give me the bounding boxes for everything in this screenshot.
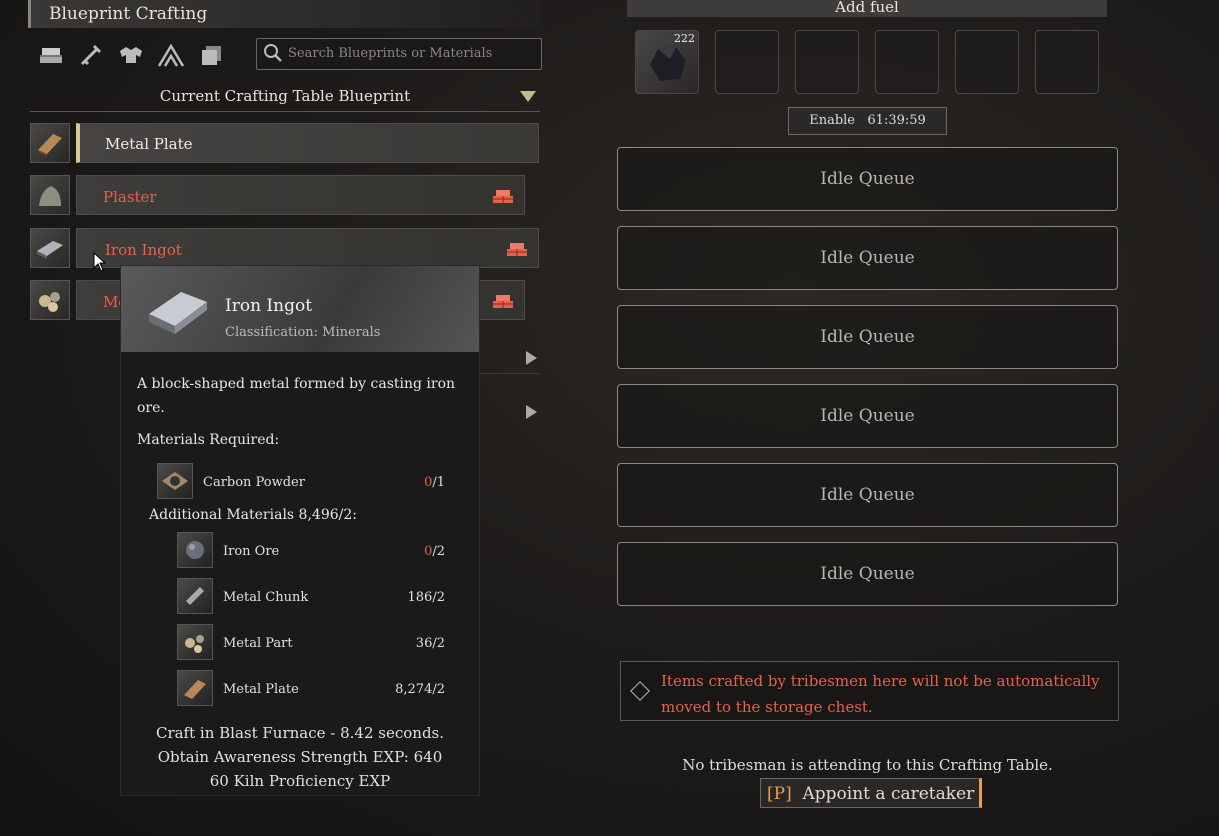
exp-reward: Obtain Awareness Strength EXP: 640 bbox=[157, 748, 443, 766]
blueprint-section-header[interactable]: Current Crafting Table Blueprint bbox=[30, 84, 540, 112]
armor-icon[interactable] bbox=[116, 40, 146, 70]
panel-title-bar: Blueprint Crafting bbox=[28, 0, 540, 28]
item-tooltip: Iron Ingot Classification: Minerals A bl… bbox=[120, 265, 480, 796]
idle-queue-slot[interactable]: Idle Queue bbox=[617, 463, 1118, 527]
category-tabs bbox=[36, 40, 226, 70]
search-placeholder: Search Blueprints or Materials bbox=[288, 46, 493, 61]
tooltip-item-name: Iron Ingot bbox=[225, 296, 313, 316]
idle-queue-slot[interactable]: Idle Queue bbox=[617, 226, 1118, 290]
search-input[interactable]: Search Blueprints or Materials bbox=[256, 38, 542, 70]
blueprint-row-metal-plate[interactable]: Metal Plate bbox=[76, 123, 539, 163]
blueprint-row-iron-ingot[interactable]: Iron Ingot bbox=[76, 228, 539, 268]
carbon-powder-icon bbox=[157, 463, 193, 499]
hotkey-label: [P] bbox=[767, 784, 792, 804]
material-count: 186/2 bbox=[407, 590, 445, 605]
metal-part-icon bbox=[177, 624, 213, 660]
fuel-slot[interactable] bbox=[955, 30, 1019, 94]
enable-timer: 61:39:59 bbox=[867, 113, 926, 128]
cursor-icon bbox=[93, 252, 107, 272]
blueprint-label: Plaster bbox=[103, 188, 157, 206]
expand-arrow-icon[interactable] bbox=[526, 351, 537, 365]
materials-title: Materials Required: bbox=[137, 432, 280, 448]
appoint-caretaker-button[interactable]: [P] Appoint a caretaker bbox=[760, 778, 982, 808]
metal-plate-icon bbox=[177, 670, 213, 706]
weapon-icon[interactable] bbox=[76, 40, 106, 70]
materials-icon[interactable] bbox=[36, 40, 66, 70]
iron-ingot-icon bbox=[149, 292, 207, 334]
warning-text: Items crafted by tribesmen here will not… bbox=[661, 672, 1100, 716]
fuel-slot[interactable] bbox=[1035, 30, 1099, 94]
blueprint-label: Iron Ingot bbox=[105, 241, 182, 259]
proficiency-reward: 60 Kiln Proficiency EXP bbox=[209, 772, 391, 790]
plaster-icon bbox=[30, 175, 70, 215]
material-count: 8,274/2 bbox=[395, 682, 445, 697]
appoint-label: Appoint a caretaker bbox=[802, 784, 975, 804]
additional-materials-title: Additional Materials 8,496/2: bbox=[149, 507, 357, 523]
material-name: Metal Chunk bbox=[223, 590, 309, 605]
warning-box: Items crafted by tribesmen here will not… bbox=[620, 661, 1119, 721]
add-fuel-label: Add fuel bbox=[835, 0, 899, 16]
iron-ore-icon bbox=[177, 532, 213, 568]
missing-materials-icon bbox=[493, 295, 513, 308]
caretaker-note: No tribesman is attending to this Crafti… bbox=[682, 756, 1053, 774]
collapse-triangle-icon[interactable] bbox=[520, 91, 536, 102]
fuel-slot[interactable] bbox=[875, 30, 939, 94]
divider bbox=[480, 373, 540, 374]
material-name: Iron Ore bbox=[223, 544, 280, 559]
material-name: Carbon Powder bbox=[203, 475, 305, 490]
coal-icon bbox=[650, 47, 686, 81]
other-icon[interactable] bbox=[196, 40, 226, 70]
missing-materials-icon bbox=[493, 190, 513, 203]
material-count: 36/2 bbox=[415, 636, 445, 651]
search-icon bbox=[264, 44, 282, 62]
enable-button[interactable]: Enable 61:39:59 bbox=[788, 107, 947, 135]
missing-materials-icon bbox=[507, 243, 527, 256]
material-count: 0/2 bbox=[424, 544, 445, 559]
tooltip-description: A block-shaped metal formed by casting i… bbox=[137, 376, 456, 416]
idle-queue-slot[interactable]: Idle Queue bbox=[617, 384, 1118, 448]
material-count: 0/1 bbox=[424, 475, 445, 490]
metal-part-icon bbox=[30, 280, 70, 320]
blueprint-row-plaster[interactable]: Plaster bbox=[76, 175, 525, 215]
blueprint-label: Metal Plate bbox=[105, 135, 193, 153]
fuel-slot[interactable] bbox=[795, 30, 859, 94]
tooltip-classification: Classification: Minerals bbox=[225, 325, 381, 340]
add-fuel-header[interactable]: Add fuel bbox=[627, 0, 1107, 17]
material-name: Metal Plate bbox=[223, 682, 299, 697]
enable-label: Enable bbox=[809, 113, 855, 128]
craft-time: Craft in Blast Furnace - 8.42 seconds. bbox=[155, 724, 445, 742]
idle-queue-slot[interactable]: Idle Queue bbox=[617, 147, 1118, 211]
section-title: Current Crafting Table Blueprint bbox=[159, 87, 411, 105]
fuel-count: 222 bbox=[674, 32, 695, 45]
metal-chunk-icon bbox=[177, 578, 213, 614]
idle-queue-slot[interactable]: Idle Queue bbox=[617, 542, 1118, 606]
structure-icon[interactable] bbox=[156, 40, 186, 70]
material-name: Metal Part bbox=[223, 636, 293, 651]
diamond-icon bbox=[630, 681, 650, 701]
idle-queue-slot[interactable]: Idle Queue bbox=[617, 305, 1118, 369]
metal-plate-icon bbox=[30, 123, 70, 163]
expand-arrow-icon[interactable] bbox=[526, 405, 537, 419]
fuel-slot[interactable]: 222 bbox=[635, 30, 699, 94]
iron-ingot-icon bbox=[30, 228, 70, 268]
panel-title: Blueprint Crafting bbox=[49, 4, 208, 24]
fuel-slot[interactable] bbox=[715, 30, 779, 94]
